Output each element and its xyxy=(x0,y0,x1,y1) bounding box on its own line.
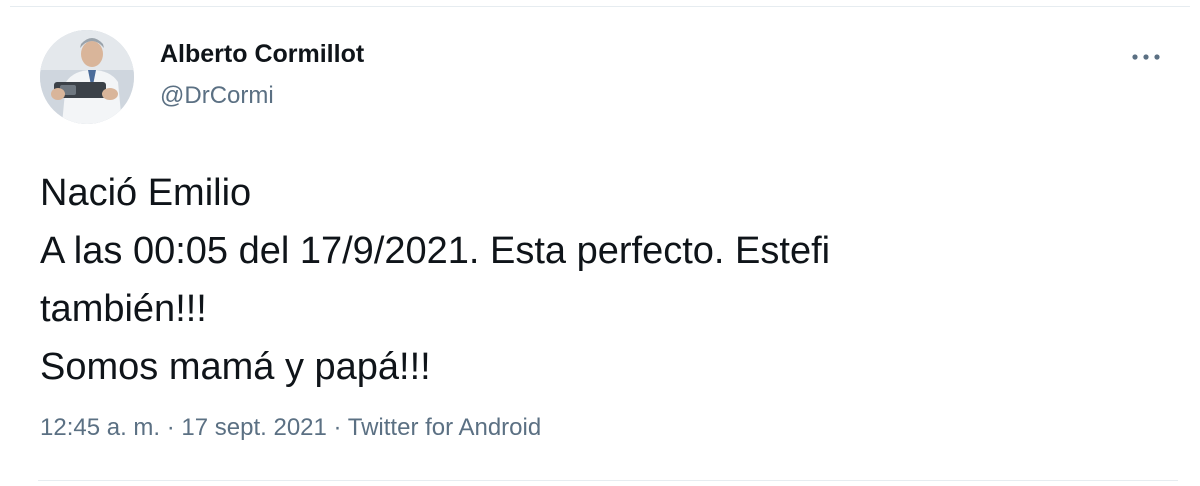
avatar-photo xyxy=(40,30,134,124)
author-name[interactable]: Alberto Cormillot xyxy=(160,40,364,69)
more-options-button[interactable] xyxy=(1126,40,1166,74)
tweet-line: A las 00:05 del 17/9/2021. Esta perfecto… xyxy=(40,230,831,272)
more-horizontal-icon xyxy=(1132,54,1160,60)
tweet-line: Somos mamá y papá!!! xyxy=(40,346,431,388)
meta-separator: · xyxy=(160,414,182,441)
avatar[interactable] xyxy=(40,30,134,124)
tweet-metadata: 12:45 a. m. · 17 sept. 2021 · Twitter fo… xyxy=(40,414,541,442)
meta-separator: · xyxy=(326,414,348,441)
tweet-source-link[interactable]: Twitter for Android xyxy=(348,414,541,441)
tweet-time[interactable]: 12:45 a. m. xyxy=(40,414,160,441)
tweet-line: también!!! xyxy=(40,288,207,330)
tweet-date[interactable]: 17 sept. 2021 xyxy=(181,414,326,441)
bottom-divider xyxy=(38,480,1178,481)
tweet-card: Alberto Cormillot @DrCormi Nació Emilio … xyxy=(0,0,1200,486)
author-handle[interactable]: @DrCormi xyxy=(160,82,274,110)
top-divider xyxy=(10,6,1190,7)
tweet-line: Nació Emilio xyxy=(40,172,252,214)
tweet-text: Nació Emilio A las 00:05 del 17/9/2021. … xyxy=(40,164,1160,396)
